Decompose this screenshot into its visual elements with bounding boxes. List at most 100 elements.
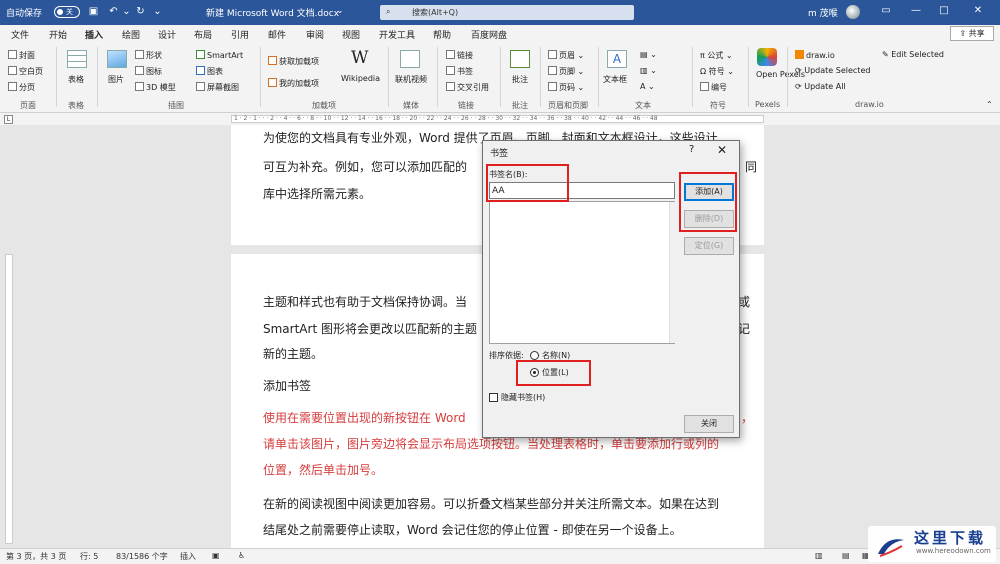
- refresh-all-icon: ⟳: [795, 82, 805, 91]
- get-addins-button[interactable]: 获取加载项: [268, 56, 319, 67]
- autosave-toggle[interactable]: 关: [54, 6, 80, 18]
- sort-by-name-radio[interactable]: [530, 351, 539, 360]
- wikipedia-label[interactable]: Wikipedia: [341, 74, 380, 83]
- tab-layout[interactable]: 布局: [194, 28, 212, 41]
- save-icon[interactable]: ▣: [88, 6, 99, 18]
- share-button[interactable]: ⇪ 共享: [950, 26, 994, 41]
- ribbon-separator: [500, 47, 501, 107]
- tab-home[interactable]: 开始: [49, 28, 67, 41]
- picture-icon[interactable]: [107, 50, 127, 68]
- undo-dropdown-icon[interactable]: ⌄: [121, 6, 132, 18]
- my-addins-button[interactable]: 我的加载项: [268, 78, 319, 89]
- macro-record-icon[interactable]: ▣: [212, 551, 220, 560]
- tab-baidu-netdisk[interactable]: 百度网盘: [471, 28, 507, 41]
- wikipedia-icon[interactable]: W: [351, 48, 368, 68]
- tab-draw[interactable]: 绘图: [122, 28, 140, 41]
- blank-page-button[interactable]: 空白页: [8, 66, 43, 77]
- user-avatar[interactable]: [846, 5, 860, 19]
- dialog-close-icon[interactable]: ✕: [717, 143, 727, 157]
- group-label-pexels: Pexels: [755, 100, 781, 109]
- footer-button[interactable]: 页脚 ⌄: [548, 66, 584, 77]
- screenshot-button[interactable]: 屏幕截图: [196, 82, 239, 93]
- table-button-label[interactable]: 表格: [68, 74, 84, 85]
- cover-page-icon: [8, 50, 17, 59]
- drawio-button[interactable]: draw.io: [795, 50, 835, 60]
- help-button[interactable]: ?: [689, 144, 694, 155]
- header-button[interactable]: 页眉 ⌄: [548, 50, 584, 61]
- tab-references[interactable]: 引用: [231, 28, 249, 41]
- symbol-button[interactable]: Ω 符号 ⌄: [700, 66, 734, 77]
- ribbon-separator: [540, 47, 541, 107]
- document-title[interactable]: 新建 Microsoft Word 文档.docx: [206, 6, 339, 19]
- tab-help[interactable]: 帮助: [433, 28, 451, 41]
- accessibility-icon[interactable]: ♿: [238, 551, 245, 560]
- hidden-bookmarks-label[interactable]: 隐藏书签(H): [501, 392, 545, 403]
- 3d-model-icon: [135, 82, 144, 91]
- cover-page-button[interactable]: 封面: [8, 50, 35, 61]
- page-count[interactable]: 第 3 页，共 3 页: [6, 551, 66, 562]
- customize-toolbar-icon[interactable]: ⌄: [152, 6, 163, 18]
- ribbon-display-icon[interactable]: ▭: [880, 5, 892, 17]
- hidden-bookmarks-checkbox[interactable]: [489, 393, 498, 402]
- bookmark-button[interactable]: 书签: [446, 66, 473, 77]
- line-number[interactable]: 行: 5: [80, 551, 98, 562]
- maximize-icon[interactable]: □: [938, 5, 950, 17]
- bookmark-list-scrollbar[interactable]: [669, 202, 675, 343]
- bookmark-list[interactable]: [489, 201, 675, 344]
- edit-selected-button[interactable]: ✎ Edit Selected: [882, 50, 944, 59]
- user-name[interactable]: m 茂喉: [808, 6, 838, 19]
- text-box-label[interactable]: 文本框: [603, 74, 627, 85]
- insert-mode[interactable]: 插入: [180, 551, 196, 562]
- smartart-button[interactable]: SmartArt: [196, 50, 243, 60]
- numbering-button[interactable]: 编号: [700, 82, 727, 93]
- read-mode-icon[interactable]: ▥: [815, 551, 823, 560]
- group-label-addins: 加载项: [312, 101, 336, 110]
- comment-button-label[interactable]: 批注: [512, 74, 528, 85]
- title-dropdown-icon[interactable]: ⌄: [336, 6, 344, 16]
- table-icon[interactable]: [67, 50, 87, 68]
- link-button[interactable]: 链接: [446, 50, 473, 61]
- pexels-icon[interactable]: [757, 48, 777, 66]
- page-break-button[interactable]: 分页: [8, 82, 35, 93]
- search-box[interactable]: ⌕ 搜索(Alt+Q): [380, 5, 634, 20]
- shapes-button[interactable]: 形状: [135, 50, 162, 61]
- redo-icon[interactable]: ↻: [135, 6, 146, 18]
- chart-button[interactable]: 图表: [196, 66, 223, 77]
- text-box-icon[interactable]: A: [607, 50, 627, 68]
- ruler-bar[interactable]: 1 · 2 · 1 · · · 2 · · 4 · · 6 · · 8 · · …: [231, 115, 764, 123]
- text-misc-icon-1[interactable]: ▤ ⌄: [640, 50, 657, 59]
- group-label-comments: 批注: [512, 101, 528, 110]
- header-label: 页眉: [559, 51, 575, 60]
- page-number-button[interactable]: 页码 ⌄: [548, 82, 584, 93]
- tab-selector[interactable]: L: [4, 115, 13, 124]
- collapse-ribbon-icon[interactable]: ⌃: [986, 100, 993, 109]
- icons-button[interactable]: 图标: [135, 66, 162, 77]
- equation-button[interactable]: π 公式 ⌄: [700, 50, 733, 61]
- comment-icon[interactable]: [510, 50, 530, 68]
- text-misc-icon-3[interactable]: A ⌄: [640, 82, 655, 91]
- print-layout-icon[interactable]: ▤: [842, 551, 850, 560]
- update-all-button[interactable]: ⟳ Update All: [795, 82, 846, 91]
- online-video-icon[interactable]: [400, 50, 420, 68]
- text-misc-icon-2[interactable]: ▥ ⌄: [640, 66, 657, 75]
- tab-developer[interactable]: 开发工具: [379, 28, 415, 41]
- tab-design[interactable]: 设计: [158, 28, 176, 41]
- tab-review[interactable]: 审阅: [306, 28, 324, 41]
- tab-mailings[interactable]: 邮件: [268, 28, 286, 41]
- update-selected-button[interactable]: ⟳ Update Selected: [795, 66, 870, 75]
- tab-view[interactable]: 视图: [342, 28, 360, 41]
- picture-button-label[interactable]: 图片: [108, 74, 124, 85]
- 3d-models-button[interactable]: 3D 模型: [135, 82, 176, 93]
- word-count[interactable]: 83/1586 个字: [116, 551, 168, 562]
- minimize-icon[interactable]: —: [910, 5, 922, 17]
- group-label-media: 媒体: [403, 101, 419, 110]
- normal-line-1: 在新的阅读视图中阅读更加容易。可以折叠文档某些部分并关注所需文本。如果在达到: [263, 497, 720, 511]
- close-window-icon[interactable]: ✕: [972, 5, 984, 17]
- close-button[interactable]: 关闭: [684, 415, 734, 433]
- undo-icon[interactable]: ↶: [108, 6, 119, 18]
- goto-button[interactable]: 定位(G): [684, 237, 734, 255]
- page-break-label: 分页: [19, 83, 35, 92]
- cross-reference-button[interactable]: 交叉引用: [446, 82, 489, 93]
- online-video-label[interactable]: 联机视频: [395, 74, 427, 85]
- tab-file[interactable]: 文件: [11, 28, 29, 41]
